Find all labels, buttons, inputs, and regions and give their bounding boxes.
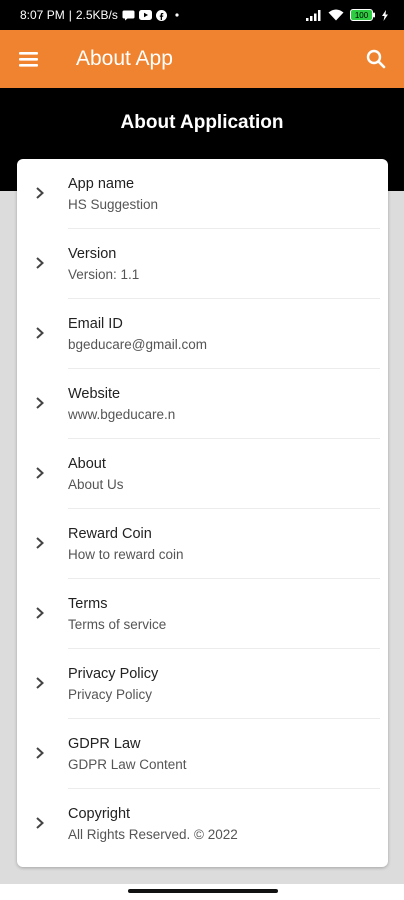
search-icon[interactable] [366, 49, 386, 69]
facebook-icon [155, 9, 167, 21]
chevron-right-icon [33, 393, 47, 413]
list-item-title: Privacy Policy [68, 666, 159, 682]
chevron-right-icon [33, 743, 47, 763]
list-item-subtitle: GDPR Law Content [68, 757, 187, 772]
list-item-gdpr-law[interactable]: GDPR Law GDPR Law Content [17, 719, 388, 789]
list-item-terms[interactable]: Terms Terms of service [17, 579, 388, 649]
chevron-right-icon [33, 603, 47, 623]
list-item-subtitle: HS Suggestion [68, 197, 159, 212]
charging-icon [382, 9, 388, 21]
home-indicator[interactable] [128, 889, 278, 893]
list-item-subtitle: All Rights Reserved. © 2022 [68, 827, 238, 842]
list-item-title: Version [68, 246, 117, 262]
youtube-icon [138, 10, 152, 20]
hamburger-menu-icon[interactable] [18, 50, 40, 68]
chevron-right-icon [33, 253, 47, 273]
status-time: 8:07 PM [20, 8, 65, 22]
chevron-right-icon [33, 673, 47, 693]
list-item-title: About [68, 456, 106, 472]
list-item-title: Terms [68, 596, 108, 612]
list-item-subtitle: About Us [68, 477, 124, 492]
chevron-right-icon [33, 463, 47, 483]
status-bar: 8:07 PM | 2.5KB/s 100 [0, 0, 404, 30]
list-item-subtitle: Version: 1.1 [68, 267, 140, 282]
notification-dot-icon [171, 12, 183, 18]
status-separator: | [68, 8, 72, 22]
chevron-right-icon [33, 323, 47, 343]
list-item-email[interactable]: Email ID bgeducare@gmail.com [17, 299, 388, 369]
list-item-copyright[interactable]: Copyright All Rights Reserved. © 2022 [17, 789, 388, 859]
list-item-subtitle: Privacy Policy [68, 687, 153, 702]
message-icon [122, 10, 135, 21]
list-item-title: Website [68, 386, 121, 402]
about-list-card: App name HS Suggestion Version Version: … [17, 159, 388, 867]
battery-level: 100 [355, 11, 369, 20]
list-item-version[interactable]: Version Version: 1.1 [17, 229, 388, 299]
list-item-title: Email ID [68, 316, 123, 332]
network-speed: 2.5KB/s [75, 8, 118, 22]
list-item-privacy-policy[interactable]: Privacy Policy Privacy Policy [17, 649, 388, 719]
list-item-title: Reward Coin [68, 526, 152, 542]
app-bar: About App [0, 30, 404, 88]
list-item-reward-coin[interactable]: Reward Coin How to reward coin [17, 509, 388, 579]
status-right: 100 [306, 9, 388, 21]
battery-icon: 100 [350, 9, 376, 21]
wifi-icon [328, 9, 344, 21]
chevron-right-icon [33, 813, 47, 833]
list-item-subtitle: bgeducare@gmail.com [68, 337, 208, 352]
chevron-right-icon [33, 533, 47, 553]
app-bar-title: About App [76, 47, 173, 70]
list-item-subtitle: www.bgeducare.n [68, 407, 176, 422]
page-title: About Application [120, 112, 284, 133]
list-item-title: Copyright [68, 806, 131, 822]
list-item-about[interactable]: About About Us [17, 439, 388, 509]
list-item-app-name[interactable]: App name HS Suggestion [17, 159, 388, 229]
status-left: 8:07 PM | 2.5KB/s [20, 8, 183, 22]
chevron-right-icon [33, 183, 47, 203]
list-item-subtitle: Terms of service [68, 617, 167, 632]
list-item-title: GDPR Law [68, 736, 141, 752]
list-item-website[interactable]: Website www.bgeducare.n [17, 369, 388, 439]
list-item-subtitle: How to reward coin [68, 547, 184, 562]
signal-icon [306, 9, 322, 21]
list-item-title: App name [68, 176, 135, 192]
